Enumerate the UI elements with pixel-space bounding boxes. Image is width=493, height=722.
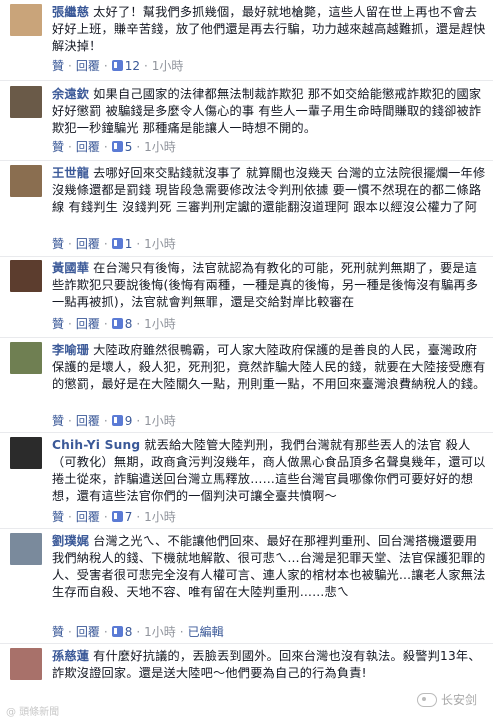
- divider: [0, 256, 493, 257]
- comment-text: 台灣之光ㄟ、不能讓他們回來、最好在那裡判重刑、回台灣搭機還要用我們納稅人的錢、下…: [52, 534, 486, 599]
- avatar[interactable]: [10, 342, 42, 374]
- reply-link[interactable]: 回覆: [76, 414, 100, 428]
- timestamp[interactable]: 1小時: [144, 510, 176, 524]
- comment-actions: 贊 · 回覆 · 9 · 1小時: [52, 414, 176, 428]
- comment-body: 張繼慈 太好了！幫我們多抓幾個，最好就地槍斃，這些人留在世上再也不會去好好上班，賺…: [52, 4, 487, 55]
- comment-body: 劉璞娓 台灣之光ㄟ、不能讓他們回來、最好在那裡判重刑、回台灣搭機還要用我們納稅人的…: [52, 533, 487, 601]
- commenter-name[interactable]: 黃國華: [52, 261, 89, 275]
- like-count[interactable]: 1: [125, 237, 133, 251]
- commenter-name[interactable]: Chih-Yi Sung: [52, 438, 140, 452]
- comment-text: 有什麼好抗議的，丟臉丟到國外。回來台灣也沒有執法。殺警判13年、詐欺沒證回家。還…: [52, 649, 481, 680]
- comment-feed: 張繼慈 太好了！幫我們多抓幾個，最好就地槍斃，這些人留在世上再也不會去好好上班，賺…: [0, 0, 493, 722]
- reply-link[interactable]: 回覆: [76, 140, 100, 154]
- comment-body: 余遠欽 如果自己國家的法律都無法制裁詐欺犯 那不如交給能懲戒詐欺犯的國家 好好懲罰…: [52, 86, 487, 137]
- commenter-name[interactable]: 王世龍: [52, 166, 89, 180]
- thumbs-up-icon: [111, 318, 123, 329]
- avatar[interactable]: [10, 533, 42, 565]
- commenter-name[interactable]: 劉璞娓: [52, 534, 89, 548]
- like-link[interactable]: 贊: [52, 317, 64, 331]
- like-link[interactable]: 贊: [52, 625, 64, 639]
- comment-actions: 贊 · 回覆 · 8 · 1小時: [52, 317, 176, 331]
- timestamp[interactable]: 1小時: [144, 140, 176, 154]
- commenter-name[interactable]: 張繼慈: [52, 5, 89, 19]
- avatar[interactable]: [10, 648, 42, 680]
- comment-text: 去哪好回來交點錢就沒事了 就算關也沒幾天 台灣的立法院很擺爛一年修沒幾條還都是罰…: [52, 166, 486, 214]
- edited-link[interactable]: 已編輯: [188, 625, 224, 639]
- thumbs-up-icon: [111, 511, 123, 522]
- commenter-name[interactable]: 李喻珊: [52, 343, 89, 357]
- avatar[interactable]: [10, 86, 42, 118]
- thumbs-up-icon: [111, 141, 123, 152]
- timestamp[interactable]: 1小時: [144, 237, 176, 251]
- comment-text: 大陸政府雖然很鴨霸，可人家大陸政府保護的是善良的人民，臺灣政府保護的是壞人，殺人…: [52, 343, 486, 391]
- commenter-name[interactable]: 孫慈蓮: [52, 649, 89, 663]
- like-count[interactable]: 8: [125, 317, 133, 331]
- thumbs-up-icon: [111, 60, 123, 71]
- divider: [0, 528, 493, 529]
- like-count[interactable]: 9: [125, 414, 133, 428]
- avatar[interactable]: [10, 165, 42, 197]
- comment-body: 孫慈蓮 有什麼好抗議的，丟臉丟到國外。回來台灣也沒有執法。殺警判13年、詐欺沒證回…: [52, 648, 487, 682]
- divider: [0, 337, 493, 338]
- comment-actions: 贊 · 回覆 · 12 · 1小時: [52, 59, 184, 73]
- comment-body: 黃國華 在台灣只有後悔，法官就認為有教化的可能，死刑就判無期了，要是這些詐欺犯只要…: [52, 260, 487, 311]
- reply-link[interactable]: 回覆: [76, 59, 100, 73]
- corner-watermark: @ 頭條新聞: [6, 707, 60, 718]
- thumbs-up-icon: [111, 238, 123, 249]
- timestamp[interactable]: 1小時: [144, 625, 176, 639]
- like-link[interactable]: 贊: [52, 237, 64, 251]
- comment-text: 太好了！幫我們多抓幾個，最好就地槍斃，這些人留在世上再也不會去好好上班，賺辛苦錢…: [52, 5, 486, 53]
- thumbs-up-icon: [111, 415, 123, 426]
- divider: [0, 80, 493, 81]
- comment-actions: 贊 · 回覆 · 8 · 1小時 · 已編輯: [52, 625, 224, 639]
- comment-actions: 贊 · 回覆 · 7 · 1小時: [52, 510, 176, 524]
- like-count[interactable]: 7: [125, 510, 133, 524]
- comment-body: Chih-Yi Sung 就丟給大陸管大陸判刑，我們台灣就有那些丟人的法官 殺人（…: [52, 437, 487, 505]
- commenter-name[interactable]: 余遠欽: [52, 87, 89, 101]
- comment-text: 在台灣只有後悔，法官就認為有教化的可能，死刑就判無期了，要是這些詐欺犯只要說後悔…: [52, 261, 479, 309]
- like-link[interactable]: 贊: [52, 140, 64, 154]
- like-count[interactable]: 5: [125, 140, 133, 154]
- comment-body: 王世龍 去哪好回來交點錢就沒事了 就算關也沒幾天 台灣的立法院很擺爛一年修沒幾條還…: [52, 165, 487, 216]
- reply-link[interactable]: 回覆: [76, 625, 100, 639]
- reply-link[interactable]: 回覆: [76, 237, 100, 251]
- like-count[interactable]: 12: [125, 59, 140, 73]
- watermark: 长安剑: [416, 691, 477, 708]
- avatar[interactable]: [10, 4, 42, 36]
- like-link[interactable]: 贊: [52, 59, 64, 73]
- divider: [0, 643, 493, 644]
- timestamp[interactable]: 1小時: [152, 59, 184, 73]
- like-count[interactable]: 8: [125, 625, 133, 639]
- reply-link[interactable]: 回覆: [76, 510, 100, 524]
- thumbs-up-icon: [111, 626, 123, 637]
- reply-link[interactable]: 回覆: [76, 317, 100, 331]
- watermark-text: 长安剑: [440, 693, 477, 707]
- comment-actions: 贊 · 回覆 · 1 · 1小時: [52, 237, 176, 251]
- avatar[interactable]: [10, 260, 42, 292]
- like-link[interactable]: 贊: [52, 510, 64, 524]
- comment-actions: 贊 · 回覆 · 5 · 1小時: [52, 140, 176, 154]
- comment-text: 如果自己國家的法律都無法制裁詐欺犯 那不如交給能懲戒詐欺犯的國家 好好懲罰 被騙…: [52, 87, 482, 135]
- avatar[interactable]: [10, 437, 42, 469]
- wechat-icon: [416, 692, 437, 707]
- divider: [0, 432, 493, 433]
- timestamp[interactable]: 1小時: [144, 317, 176, 331]
- like-link[interactable]: 贊: [52, 414, 64, 428]
- divider: [0, 160, 493, 161]
- timestamp[interactable]: 1小時: [144, 414, 176, 428]
- comment-body: 李喻珊 大陸政府雖然很鴨霸，可人家大陸政府保護的是善良的人民，臺灣政府保護的是壞人…: [52, 342, 487, 393]
